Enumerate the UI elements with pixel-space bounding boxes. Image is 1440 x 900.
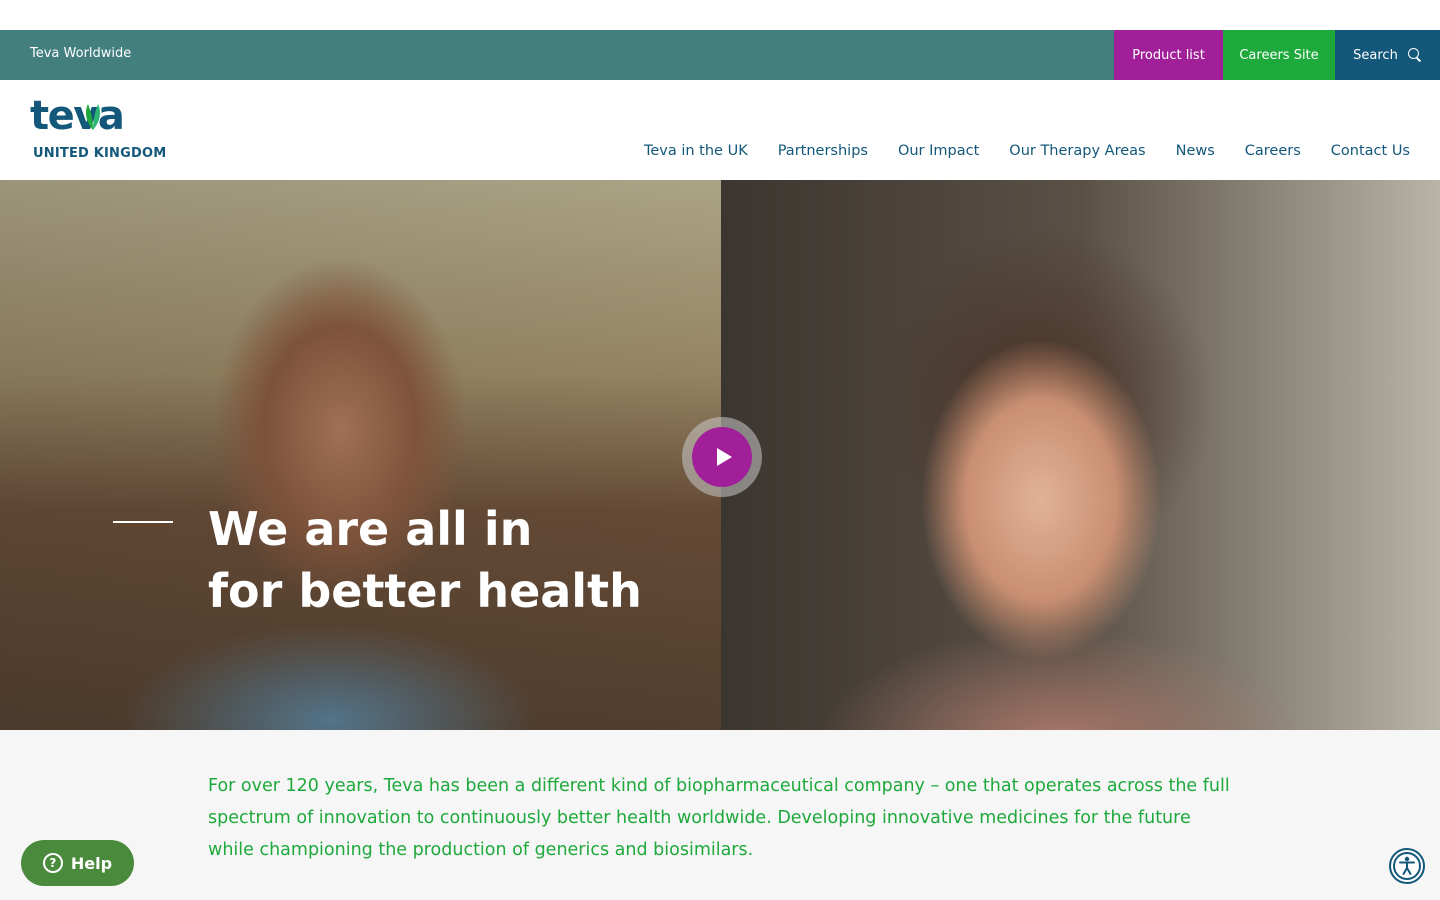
hero-shade — [0, 180, 721, 730]
leaf-icon — [85, 104, 101, 130]
search-label: Search — [1353, 47, 1398, 63]
nav-partnerships[interactable]: Partnerships — [778, 143, 868, 159]
play-button-inner — [692, 427, 752, 487]
teva-logo[interactable]: teva — [30, 94, 150, 138]
main-header: teva UNITED KINGDOM Teva in the UK Partn… — [0, 80, 1440, 180]
search-icon — [1407, 48, 1422, 62]
hero-image-woman — [721, 180, 1440, 730]
careers-site-button[interactable]: Careers Site — [1223, 30, 1335, 80]
accessibility-button[interactable] — [1389, 848, 1425, 884]
play-icon — [716, 448, 732, 466]
play-video-button[interactable] — [682, 417, 762, 497]
product-list-button[interactable]: Product list — [1114, 30, 1223, 80]
nav-our-therapy-areas[interactable]: Our Therapy Areas — [1009, 143, 1145, 159]
intro-section: For over 120 years, Teva has been a diff… — [0, 730, 1440, 900]
nav-careers[interactable]: Careers — [1245, 143, 1301, 159]
nav-teva-in-the-uk[interactable]: Teva in the UK — [644, 143, 748, 159]
help-label: Help — [70, 853, 113, 873]
hero-title-line2: for better health — [208, 564, 642, 618]
hero-title-line1: We are all in — [208, 502, 533, 556]
utility-bar: Teva Worldwide Product list Careers Site… — [0, 30, 1440, 80]
nav-contact-us[interactable]: Contact Us — [1331, 143, 1410, 159]
country-label: UNITED KINGDOM — [33, 146, 167, 161]
search-button[interactable]: Search — [1335, 30, 1440, 80]
hero-banner: We are all in for better health — [0, 180, 1440, 730]
question-icon: ? — [42, 853, 63, 873]
hero-title: We are all in for better health — [208, 498, 642, 622]
accessibility-icon — [1393, 852, 1421, 880]
teva-worldwide-link[interactable]: Teva Worldwide — [30, 46, 131, 61]
intro-text: For over 120 years, Teva has been a diff… — [208, 776, 1230, 860]
nav-our-impact[interactable]: Our Impact — [898, 143, 979, 159]
help-button[interactable]: ? Help — [21, 840, 134, 886]
top-spacer — [0, 0, 1440, 30]
nav-news[interactable]: News — [1176, 143, 1215, 159]
main-nav: Teva in the UK Partnerships Our Impact O… — [614, 143, 1410, 159]
hero-divider-line — [113, 521, 173, 523]
logo-wordmark: teva — [30, 93, 125, 139]
